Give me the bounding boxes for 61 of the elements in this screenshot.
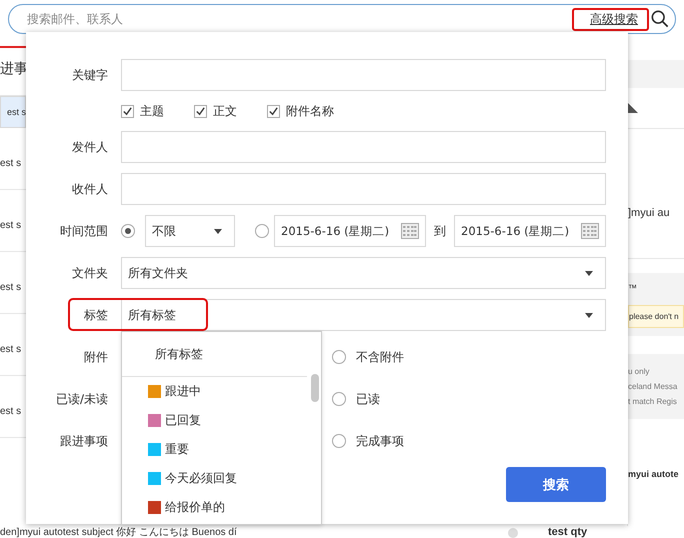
mail-subject: est s: [0, 158, 22, 169]
keyword-field[interactable]: [121, 59, 606, 91]
caret-icon: [214, 228, 222, 234]
sender-name: test qty: [548, 527, 588, 538]
menu-item[interactable]: 已回复: [122, 406, 307, 435]
search-button[interactable]: 搜索: [506, 467, 606, 502]
field-label: 文件夹: [71, 264, 108, 282]
field-label: 已读/未读: [54, 390, 108, 408]
radio-option[interactable]: 完成事项: [332, 432, 404, 450]
check-icon: [268, 106, 279, 116]
search-icon[interactable]: [651, 10, 669, 28]
mail-subject: myui autote: [628, 469, 680, 479]
range-dropdown[interactable]: 不限: [145, 215, 235, 247]
notice-text: please don't n: [628, 305, 684, 328]
range-separator: 到: [434, 222, 446, 240]
mail-subject: est s: [0, 282, 22, 293]
check-icon: [122, 106, 133, 116]
info-line: celand Messa: [628, 381, 678, 393]
field-label: 时间范围: [59, 222, 108, 240]
info-line: u only: [628, 366, 650, 378]
menu-item[interactable]: 跟进中: [122, 377, 307, 406]
mail-subject: est s: [0, 220, 22, 231]
caret-icon: [585, 312, 593, 318]
recipient-field[interactable]: [121, 173, 606, 205]
radio-option[interactable]: 已读: [332, 390, 380, 408]
sender-name: ™: [628, 283, 638, 295]
scope-checkbox[interactable]: 正文: [194, 102, 237, 120]
menu-item[interactable]: 今天必须回复: [122, 464, 307, 493]
triangle-icon: [628, 103, 638, 113]
scope-checkbox[interactable]: 主题: [121, 102, 164, 120]
scrollbar-thumb[interactable]: [311, 374, 319, 402]
field-label: 标签: [83, 306, 108, 324]
calendar-icon: [401, 223, 419, 239]
mail-subject: est s: [0, 406, 22, 417]
caret-icon: [585, 270, 593, 276]
mail-subject: est s: [0, 344, 22, 355]
avatar: [508, 528, 518, 538]
check-icon: [195, 106, 206, 116]
scope-checkbox[interactable]: 附件名称: [267, 102, 334, 120]
radio-button[interactable]: [121, 224, 135, 238]
menu-item[interactable]: 重要: [122, 435, 307, 464]
active-tab-indicator: [0, 46, 26, 48]
menu-item[interactable]: 给报价单的: [122, 493, 307, 522]
info-line: t match Regis: [628, 396, 678, 408]
mail-subject: est s: [7, 107, 26, 117]
date-field[interactable]: 2015-6-16 (星期二): [454, 215, 606, 247]
mail-preview: den]myui autotest subject 你好 こんにちは Buenos dí: [0, 527, 238, 538]
advanced-search-link[interactable]: 高级搜索: [572, 8, 649, 30]
calendar-icon: [581, 223, 599, 239]
list-header: 进事: [0, 61, 28, 77]
radio-option[interactable]: 不含附件: [332, 348, 404, 366]
date-field[interactable]: 2015-6-16 (星期二): [274, 215, 426, 247]
radio-button[interactable]: [255, 224, 269, 238]
field-label: 关键字: [71, 66, 108, 84]
field-label: 附件: [83, 348, 108, 366]
folder-dropdown[interactable]: 所有文件夹: [121, 257, 606, 289]
sender-field[interactable]: [121, 131, 606, 163]
field-label: 收件人: [71, 180, 108, 198]
field-label: 跟进事项: [59, 432, 108, 450]
field-label: 发件人: [71, 138, 108, 156]
mail-list-item[interactable]: est s: [0, 96, 26, 128]
